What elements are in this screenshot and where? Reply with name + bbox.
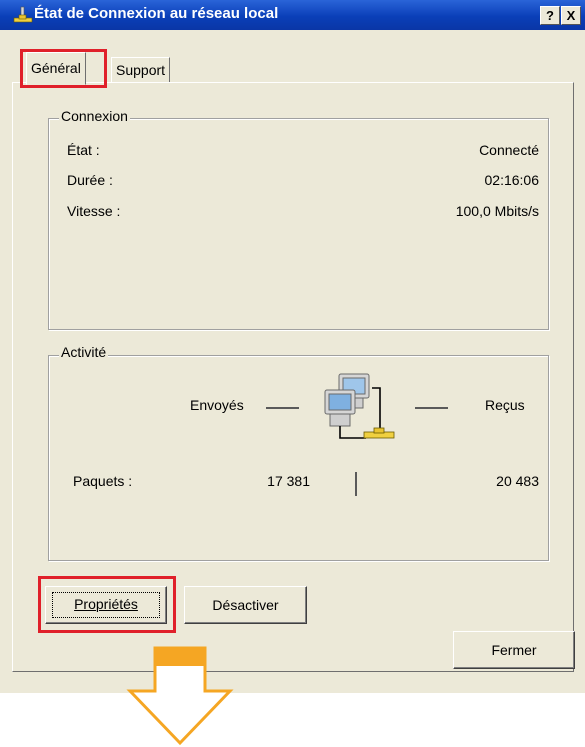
properties-highlight-box	[38, 576, 176, 633]
tab-highlight-box	[20, 49, 107, 88]
disable-button-label: Désactiver	[212, 597, 279, 613]
packets-received-value: 20 483	[496, 473, 539, 489]
title-bar[interactable]: État de Connexion au réseau local ? X	[0, 0, 585, 30]
window-title: État de Connexion au réseau local	[34, 5, 279, 22]
network-connection-icon	[13, 6, 33, 23]
sent-line	[266, 407, 299, 409]
state-value: Connecté	[479, 142, 539, 158]
duration-label: Durée :	[67, 172, 113, 188]
disable-button[interactable]: Désactiver	[184, 586, 307, 624]
received-line	[415, 407, 448, 409]
received-label: Reçus	[485, 397, 525, 413]
packets-label: Paquets :	[73, 473, 133, 489]
network-computers-icon	[324, 373, 395, 439]
duration-value: 02:16:06	[484, 172, 540, 188]
sent-label: Envoyés	[190, 397, 244, 413]
down-arrow-icon	[126, 646, 234, 746]
close-icon[interactable]: X	[561, 6, 581, 25]
tab-support[interactable]: Support	[111, 57, 171, 84]
packets-sent-value: 17 381	[267, 473, 310, 489]
close-button[interactable]: Fermer	[453, 631, 575, 669]
packets-divider	[355, 472, 357, 496]
connexion-groupbox	[48, 118, 549, 330]
status-dialog: État de Connexion au réseau local ? X Su…	[0, 0, 585, 693]
state-label: État :	[67, 142, 100, 158]
activite-legend: Activité	[59, 344, 109, 360]
speed-value: 100,0 Mbits/s	[455, 203, 539, 219]
help-button[interactable]: ?	[540, 6, 560, 25]
close-button-label: Fermer	[491, 642, 537, 658]
activite-groupbox	[48, 355, 549, 561]
speed-label: Vitesse :	[67, 203, 121, 219]
connexion-legend: Connexion	[59, 108, 130, 124]
